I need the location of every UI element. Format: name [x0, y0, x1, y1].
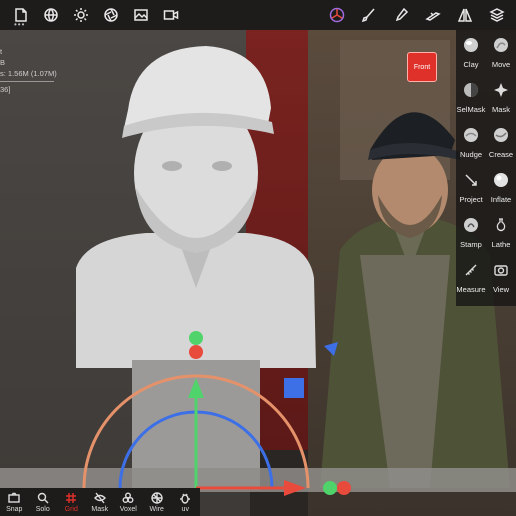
gizmo-arrow-x-icon[interactable]	[284, 480, 306, 496]
stats-line: t	[0, 47, 3, 56]
sun-icon[interactable]	[72, 6, 90, 24]
globe-icon[interactable]	[42, 6, 60, 24]
gizmo-arrow-y-icon[interactable]	[188, 378, 204, 398]
layers-icon[interactable]	[488, 6, 506, 24]
grid-icon	[66, 492, 77, 503]
tool-label: Move	[491, 60, 511, 69]
tool-view[interactable]: View	[486, 261, 516, 306]
more-dots[interactable]: •••	[14, 20, 25, 29]
uv-button[interactable]: uv	[171, 488, 200, 516]
dropper-icon[interactable]	[392, 6, 410, 24]
solo-button[interactable]: Solo	[29, 488, 58, 516]
clay-icon	[462, 36, 480, 54]
search-icon	[37, 492, 49, 503]
tool-label: Nudge	[459, 150, 483, 159]
tool-nudge[interactable]: Nudge	[456, 126, 486, 171]
tool-label: Measure	[456, 285, 486, 294]
tool-label: SelMask	[456, 105, 486, 114]
front-view-button[interactable]: Front	[407, 52, 437, 82]
gizmo-scale-y-handle[interactable]	[189, 331, 203, 345]
tool-measure[interactable]: Measure	[456, 261, 486, 306]
stats-line: B	[0, 58, 6, 67]
bottom-label: uv	[181, 505, 189, 513]
tool-crease[interactable]: Crease	[486, 126, 516, 171]
tool-label: Lathe	[491, 240, 511, 249]
stamp-icon	[462, 216, 480, 234]
camera-icon	[492, 261, 510, 279]
bottom-label: Grid	[64, 505, 78, 513]
tool-label: Project	[459, 195, 483, 204]
voxel-button[interactable]: Voxel	[114, 488, 143, 516]
stats-line: s: 1.56M (1.07M)	[0, 69, 57, 78]
tool-label: View	[492, 285, 510, 294]
stats-overlay: t B s: 1.56M (1.07M) 36]	[0, 46, 57, 95]
tool-clay[interactable]: Clay	[456, 36, 486, 81]
gizmo-scale-x-handle[interactable]	[189, 345, 203, 359]
brush-icon[interactable]	[360, 6, 378, 24]
gizmo-z-handle[interactable]	[324, 342, 338, 356]
transform-gizmo[interactable]	[70, 318, 370, 516]
wire-icon	[151, 491, 163, 504]
tool-lathe[interactable]: Lathe	[486, 216, 516, 261]
grid-button[interactable]: Grid	[57, 488, 86, 516]
crease-icon	[492, 126, 510, 144]
tool-move[interactable]: Move	[486, 36, 516, 81]
mask-visibility-button[interactable]: Mask	[86, 488, 115, 516]
bottom-label: Solo	[35, 505, 50, 513]
tool-label: Crease	[488, 150, 514, 159]
sculpt-tool-panel: Clay Move SelMask Mask Nudge Crease Proj…	[456, 30, 516, 306]
tool-mask[interactable]: Mask	[486, 81, 516, 126]
image-icon[interactable]	[132, 6, 150, 24]
measure-icon	[462, 261, 480, 279]
bottom-label: Wire	[149, 505, 164, 513]
mask-icon	[492, 81, 510, 99]
aperture-icon[interactable]	[102, 6, 120, 24]
stats-line: 36]	[0, 85, 11, 94]
tool-selmask[interactable]: SelMask	[456, 81, 486, 126]
bottom-label: Mask	[91, 505, 109, 513]
bottom-label: Snap	[6, 505, 23, 513]
lathe-icon	[492, 216, 510, 234]
tweezer-icon[interactable]	[424, 6, 442, 24]
sculpt-viewport[interactable]	[0, 0, 516, 516]
stats-divider	[0, 81, 54, 82]
inflate-icon	[492, 171, 510, 189]
video-icon[interactable]	[162, 6, 180, 24]
project-icon	[462, 171, 480, 189]
tool-label: Clay	[463, 60, 479, 69]
voxel-icon	[122, 492, 134, 503]
tool-label: Stamp	[460, 240, 482, 249]
selmask-icon	[462, 81, 480, 99]
bottom-label: Voxel	[119, 505, 137, 513]
tool-label: Mask	[492, 105, 510, 114]
symmetry-icon[interactable]	[456, 6, 474, 24]
eye-slash-icon	[93, 492, 106, 503]
bottom-toolbar: Snap Solo Grid Mask Voxel Wire uv	[0, 488, 200, 516]
gizmo-icon[interactable]	[328, 6, 346, 24]
gizmo-pivot-green[interactable]	[323, 481, 337, 495]
nudge-icon	[462, 126, 480, 144]
gizmo-pivot-red[interactable]	[337, 481, 351, 495]
snap-icon	[8, 492, 20, 503]
tool-inflate[interactable]: Inflate	[486, 171, 516, 216]
tool-stamp[interactable]: Stamp	[456, 216, 486, 261]
snap-button[interactable]: Snap	[0, 488, 29, 516]
tool-label: Inflate	[490, 195, 512, 204]
gizmo-plane-handle[interactable]	[284, 378, 304, 398]
top-toolbar: •••	[0, 0, 516, 30]
tool-project[interactable]: Project	[456, 171, 486, 216]
wire-button[interactable]: Wire	[143, 488, 172, 516]
move-icon	[492, 36, 510, 54]
bug-icon	[180, 493, 191, 504]
